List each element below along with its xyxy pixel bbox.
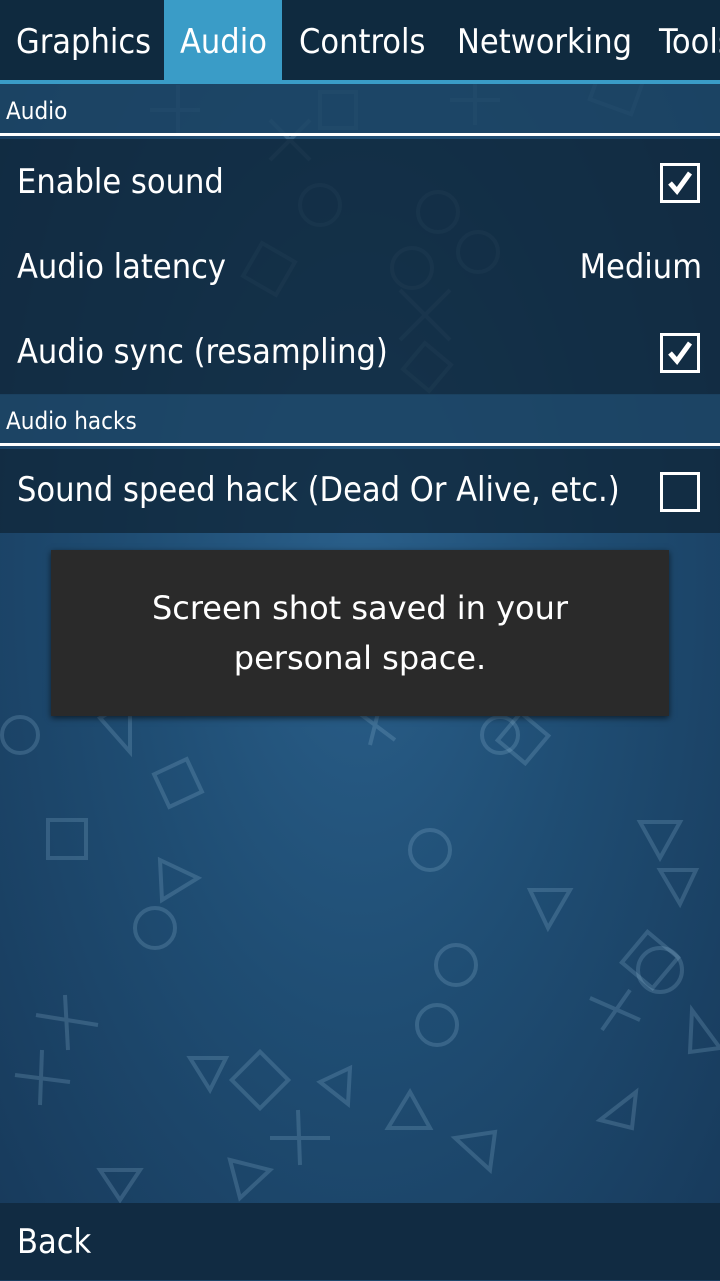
audio-settings-list: Enable sound Audio latency Medium Audio … xyxy=(0,139,720,395)
tab-controls[interactable]: Controls xyxy=(283,0,441,80)
section-header-audio-hacks: Audio hacks xyxy=(0,394,720,446)
tab-bar: Graphics Audio Controls Networking Tools xyxy=(0,0,720,80)
setting-audio-sync[interactable]: Audio sync (resampling) xyxy=(0,309,720,395)
tab-audio[interactable]: Audio xyxy=(164,0,282,80)
setting-label: Enable sound xyxy=(17,162,224,202)
setting-label: Sound speed hack (Dead Or Alive, etc.) xyxy=(17,470,620,510)
tab-tools[interactable]: Tools xyxy=(643,0,720,80)
audio-hacks-list: Sound speed hack (Dead Or Alive, etc.) xyxy=(0,449,720,533)
checkmark-icon xyxy=(668,171,693,196)
setting-audio-latency[interactable]: Audio latency Medium xyxy=(0,224,720,310)
tab-networking[interactable]: Networking xyxy=(441,0,648,80)
back-button[interactable]: Back xyxy=(17,1203,91,1281)
setting-label: Audio latency xyxy=(17,247,227,287)
bottom-bar: Back xyxy=(0,1203,720,1280)
setting-label: Audio sync (resampling) xyxy=(17,332,388,372)
section-header-audio: Audio xyxy=(0,84,720,136)
checkmark-icon xyxy=(668,341,693,366)
audio-sync-checkbox[interactable] xyxy=(660,333,700,373)
tab-graphics[interactable]: Graphics xyxy=(0,0,167,80)
enable-sound-checkbox[interactable] xyxy=(660,163,700,203)
setting-enable-sound[interactable]: Enable sound xyxy=(0,139,720,225)
sound-speed-hack-checkbox[interactable] xyxy=(660,472,700,512)
toast-message: Screen shot saved in your personal space… xyxy=(151,589,569,677)
audio-latency-value: Medium xyxy=(579,247,702,287)
setting-sound-speed-hack[interactable]: Sound speed hack (Dead Or Alive, etc.) xyxy=(0,449,720,535)
toast-notification: Screen shot saved in your personal space… xyxy=(51,550,669,716)
